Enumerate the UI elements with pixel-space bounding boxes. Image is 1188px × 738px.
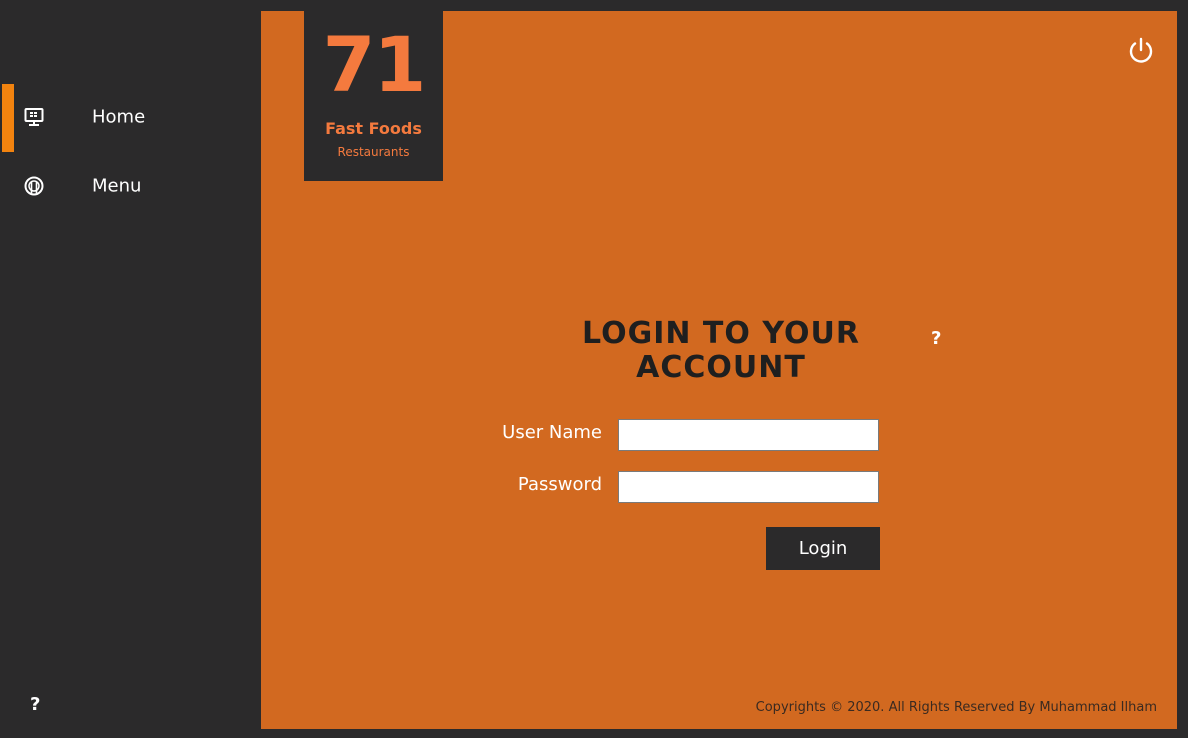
password-field[interactable] <box>618 471 879 503</box>
login-help-button[interactable]: ? <box>931 328 941 349</box>
logo-title: Fast Foods <box>325 119 422 138</box>
logo-number: 71 <box>322 20 427 109</box>
sidebar-item-label: Menu <box>92 175 142 197</box>
sidebar: Home Menu ? <box>0 0 261 738</box>
login-title: LOGIN TO YOUR ACCOUNT <box>561 317 881 385</box>
copyright-text: Copyrights © 2020. All Rights Reserved B… <box>755 700 1157 715</box>
monitor-icon <box>24 108 44 126</box>
username-field[interactable] <box>618 419 879 451</box>
restaurant-icon <box>24 176 44 196</box>
login-title-line2: ACCOUNT <box>636 350 806 385</box>
login-title-line1: LOGIN TO YOUR <box>582 316 860 351</box>
password-label: Password <box>517 474 602 495</box>
sidebar-help-button[interactable]: ? <box>30 694 40 715</box>
active-indicator <box>2 84 14 152</box>
power-icon[interactable] <box>1125 35 1157 67</box>
sidebar-item-home[interactable]: Home <box>0 84 261 152</box>
sidebar-item-label: Home <box>92 106 146 128</box>
main-panel: 71 Fast Foods Restaurants LOGIN TO YOUR … <box>261 11 1177 729</box>
username-label: User Name <box>502 422 602 443</box>
sidebar-item-menu[interactable]: Menu <box>0 153 261 219</box>
logo: 71 Fast Foods Restaurants <box>304 11 443 181</box>
app-window: Home Menu ? 71 Fast Foods Restaurants LO… <box>0 0 1188 738</box>
logo-subtitle: Restaurants <box>337 145 410 159</box>
login-button[interactable]: Login <box>766 527 880 570</box>
